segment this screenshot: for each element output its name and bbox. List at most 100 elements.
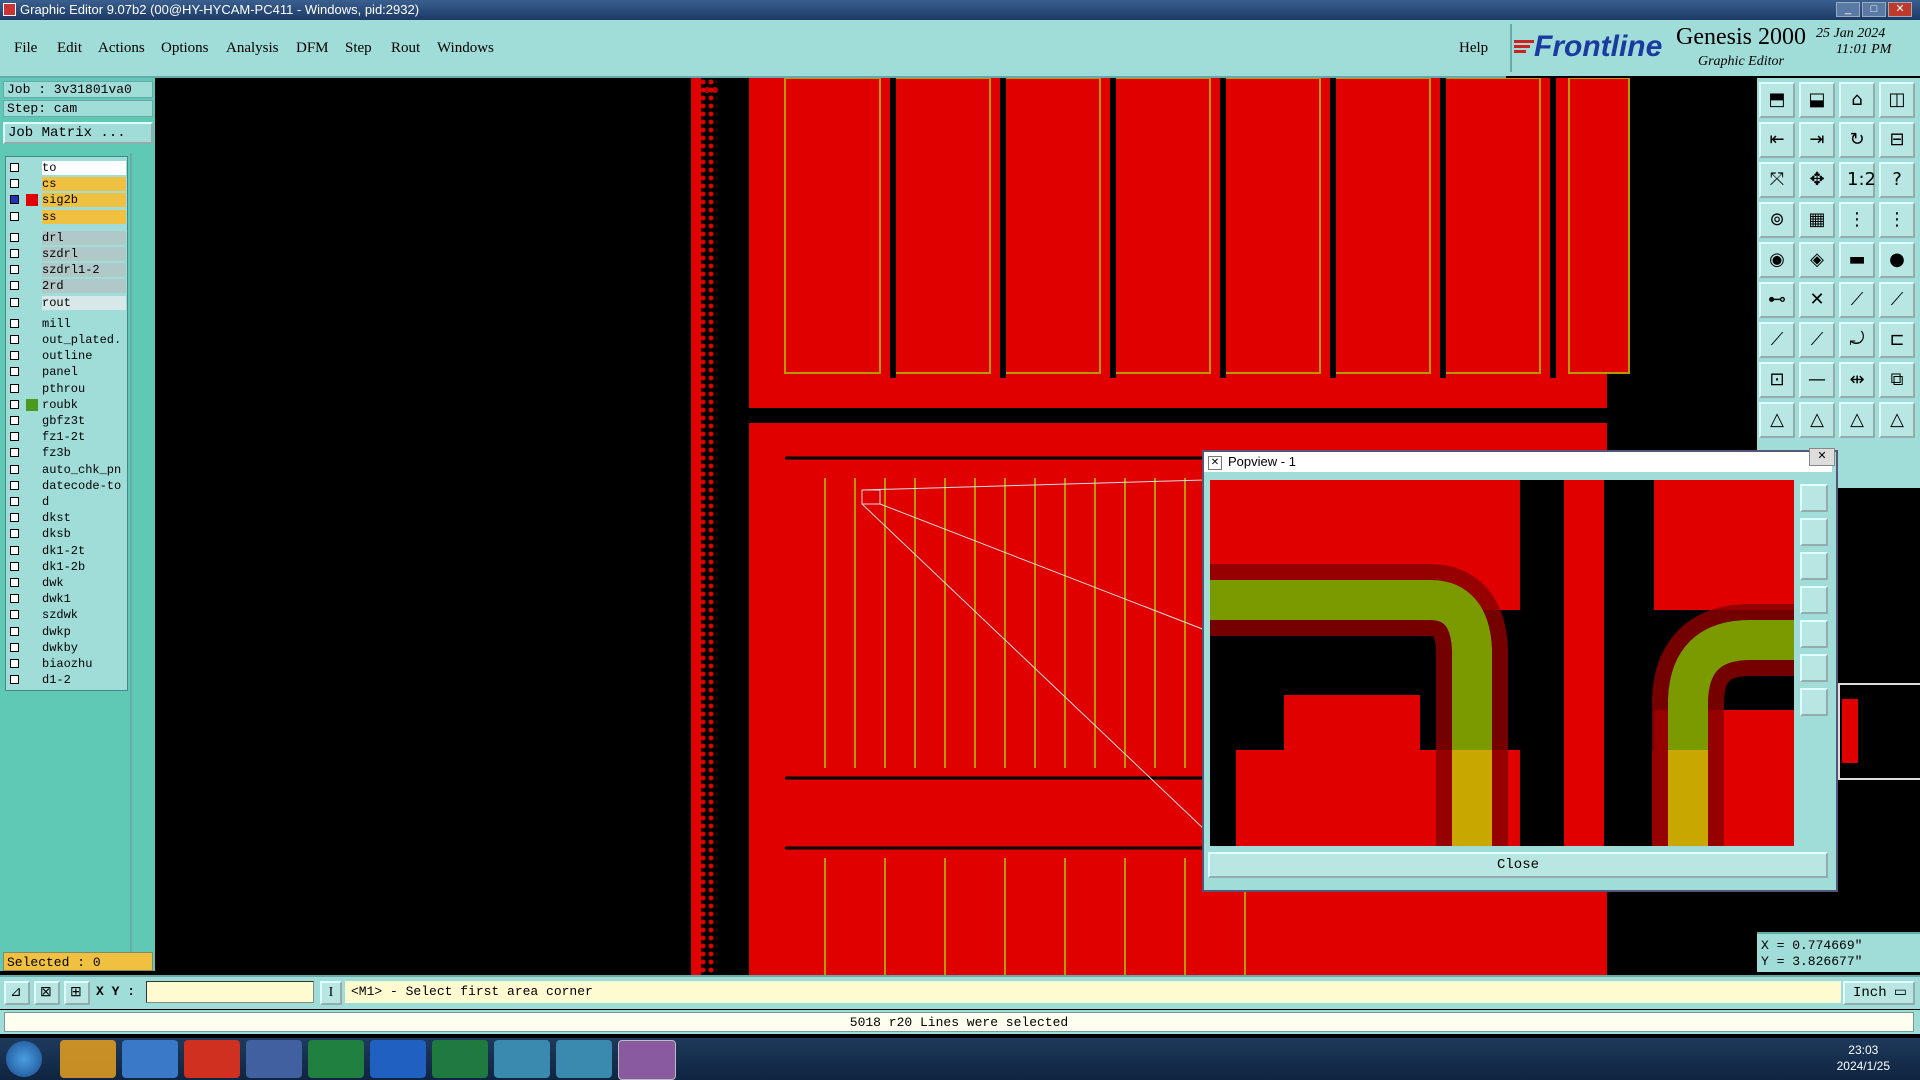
popview-tool-button-2[interactable] — [1800, 518, 1828, 546]
layer-checkbox[interactable] — [10, 626, 19, 636]
layer-checkbox[interactable] — [10, 399, 19, 409]
start-button-icon[interactable] — [6, 1041, 42, 1077]
tool-button-34[interactable]: △ — [1799, 402, 1835, 438]
layer-checkbox[interactable] — [10, 594, 19, 604]
layer-color-swatch[interactable] — [26, 162, 38, 174]
layer-checkbox[interactable] — [10, 265, 19, 275]
layer-color-swatch[interactable] — [26, 350, 38, 362]
tool-button-7[interactable]: ↻ — [1839, 122, 1875, 158]
layer-color-swatch[interactable] — [26, 415, 38, 427]
layer-row[interactable]: dwkp — [6, 624, 127, 640]
layer-row[interactable]: pthrou — [6, 381, 127, 397]
popview-tool-button-6[interactable] — [1800, 654, 1828, 682]
layer-row[interactable]: d — [6, 494, 127, 510]
layer-checkbox[interactable] — [10, 497, 19, 506]
popview-tool-button-4[interactable] — [1800, 586, 1828, 614]
job-matrix-button[interactable]: Job Matrix ... — [3, 122, 153, 144]
menu-windows[interactable]: Windows — [437, 40, 494, 57]
layer-row[interactable]: biaozhu — [6, 656, 127, 672]
layer-color-swatch[interactable] — [26, 658, 38, 670]
layer-checkbox[interactable] — [10, 578, 19, 587]
tool-button-20[interactable]: ● — [1879, 242, 1915, 278]
layer-color-swatch[interactable] — [26, 464, 38, 476]
unit-selector[interactable]: Inch ▭ — [1843, 981, 1915, 1005]
layer-row[interactable]: roubk — [6, 397, 127, 413]
menu-file[interactable]: File — [14, 40, 37, 57]
tool-button-6[interactable]: ⇥ — [1799, 122, 1835, 158]
layer-color-swatch[interactable] — [26, 318, 38, 330]
layer-color-swatch[interactable] — [26, 383, 38, 395]
layer-row[interactable]: 2rd — [6, 278, 127, 294]
layer-row[interactable]: ss — [6, 209, 127, 225]
layer-color-swatch[interactable] — [26, 232, 38, 244]
layer-color-swatch[interactable] — [26, 334, 38, 346]
menu-edit[interactable]: Edit — [57, 40, 82, 57]
taskbar-notepad-icon[interactable] — [122, 1040, 178, 1078]
layer-row[interactable]: szdrl — [6, 246, 127, 262]
layer-checkbox[interactable] — [10, 642, 19, 652]
tool-button-14[interactable]: ▦ — [1799, 202, 1835, 238]
layer-checkbox[interactable] — [10, 480, 19, 490]
tool-button-9[interactable]: ⤧ — [1759, 162, 1795, 198]
tool-button-30[interactable]: — — [1799, 362, 1835, 398]
maximize-button[interactable]: □ — [1862, 2, 1886, 17]
layer-row[interactable]: datecode-to — [6, 478, 127, 494]
layer-checkbox[interactable] — [10, 281, 19, 291]
layer-checkbox[interactable] — [10, 416, 19, 425]
close-window-button[interactable]: ✕ — [1888, 2, 1912, 17]
taskbar-messenger-icon[interactable] — [370, 1040, 426, 1078]
layer-color-swatch[interactable] — [26, 561, 38, 573]
layer-row[interactable]: dk1-2b — [6, 559, 127, 575]
tool-button-5[interactable]: ⇤ — [1759, 122, 1795, 158]
layer-color-swatch[interactable] — [26, 626, 38, 638]
layer-row[interactable]: szdwk — [6, 607, 127, 623]
layer-color-swatch[interactable] — [26, 431, 38, 443]
layer-color-swatch[interactable] — [26, 398, 38, 411]
tool-button-4[interactable]: ◫ — [1879, 82, 1915, 118]
menu-step[interactable]: Step — [345, 40, 372, 57]
menu-options[interactable]: Options — [161, 40, 209, 57]
layer-row[interactable]: panel — [6, 364, 127, 380]
layer-row[interactable]: gbfz3t — [6, 413, 127, 429]
tool-button-16[interactable]: ⋮ — [1879, 202, 1915, 238]
layer-checkbox[interactable] — [10, 383, 19, 393]
taskbar-green-app-icon[interactable] — [308, 1040, 364, 1078]
layer-checkbox[interactable] — [10, 659, 19, 668]
menu-analysis[interactable]: Analysis — [226, 40, 279, 57]
layer-row[interactable]: szdrl1-2 — [6, 262, 127, 278]
taskbar-save-icon[interactable] — [246, 1040, 302, 1078]
menu-dfm[interactable]: DFM — [296, 40, 329, 57]
layer-checkbox[interactable] — [10, 335, 19, 344]
tool-button-23[interactable]: ⟋ — [1839, 282, 1875, 318]
layer-row[interactable]: sig2b — [6, 192, 127, 208]
layer-row[interactable]: fz1-2t — [6, 429, 127, 445]
cursor-mode-icon[interactable]: I — [320, 981, 342, 1005]
tool-button-32[interactable]: ⧉ — [1879, 362, 1915, 398]
system-clock[interactable]: 23:03 2024/1/25 — [1837, 1042, 1890, 1074]
tool-button-24[interactable]: ⟋ — [1879, 282, 1915, 318]
tool-button-1[interactable]: ⬒ — [1759, 82, 1795, 118]
popview-window[interactable]: ✕ Popview - 1 ✕ Close — [1202, 448, 1838, 892]
taskbar-genesis2-icon[interactable] — [556, 1040, 612, 1078]
layer-checkbox[interactable] — [10, 464, 19, 474]
tool-button-26[interactable]: ⟋ — [1799, 322, 1835, 358]
layer-color-swatch[interactable] — [26, 496, 38, 508]
layer-checkbox[interactable] — [10, 163, 19, 172]
layer-row[interactable]: auto_chk_pn — [6, 462, 127, 478]
layer-color-swatch[interactable] — [26, 178, 38, 190]
taskbar-excel-icon[interactable] — [432, 1040, 488, 1078]
layer-row[interactable]: fz3b — [6, 445, 127, 461]
layer-checkbox[interactable] — [10, 432, 19, 442]
tool-button-18[interactable]: ◈ — [1799, 242, 1835, 278]
layer-row[interactable]: rout — [6, 295, 127, 311]
layer-checkbox[interactable] — [10, 448, 19, 458]
layer-checkbox[interactable] — [10, 195, 19, 205]
tool-button-17[interactable]: ◉ — [1759, 242, 1795, 278]
popview-tool-button-3[interactable] — [1800, 552, 1828, 580]
layer-checkbox[interactable] — [10, 249, 19, 258]
layer-row[interactable]: dwkby — [6, 640, 127, 656]
tool-button-29[interactable]: ⊡ — [1759, 362, 1795, 398]
layer-color-swatch[interactable] — [26, 545, 38, 557]
tool-button-11[interactable]: 1:2 — [1839, 162, 1876, 198]
layer-checkbox[interactable] — [10, 211, 19, 221]
